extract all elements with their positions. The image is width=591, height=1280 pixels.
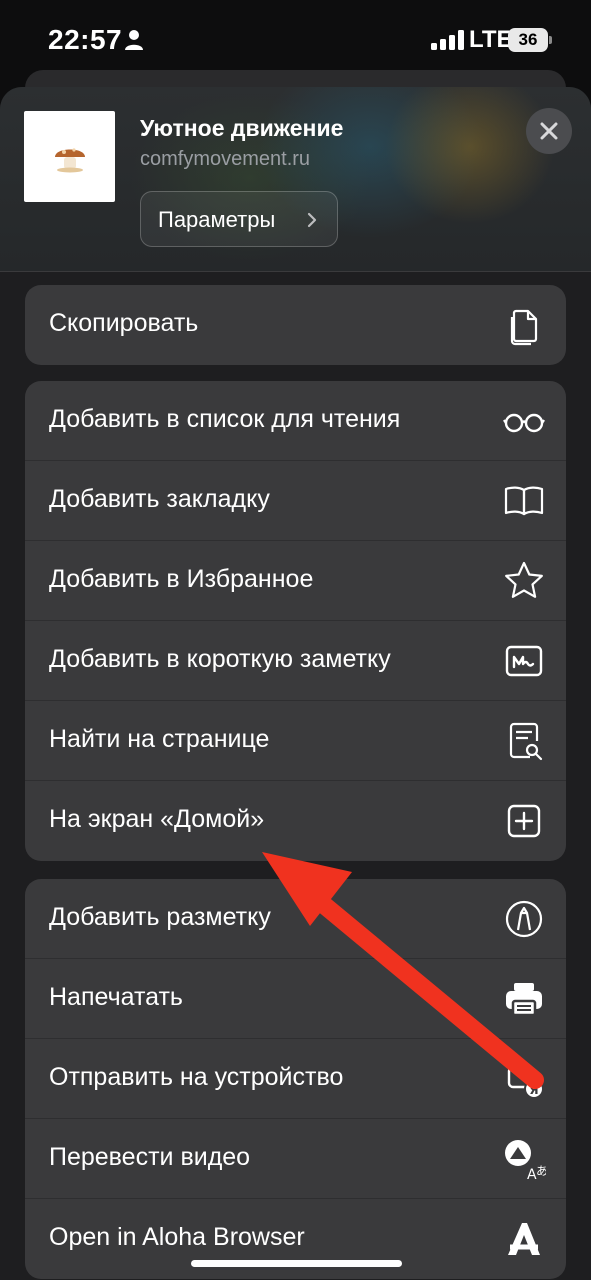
battery-icon: 36 <box>508 28 552 52</box>
add-to-home-screen-action[interactable]: На экран «Домой» <box>25 781 566 861</box>
close-button[interactable] <box>526 108 572 154</box>
row-label: Добавить разметку <box>49 903 271 931</box>
row-label: Добавить в список для чтения <box>49 405 401 433</box>
add-markup-action[interactable]: Добавить разметку <box>25 879 566 959</box>
row-label: Добавить в короткую заметку <box>49 645 391 673</box>
open-in-aloha-action[interactable]: Open in Aloha Browser <box>25 1199 566 1279</box>
signal-icon <box>431 30 464 50</box>
book-icon <box>502 479 546 523</box>
chevron-right-icon <box>307 212 317 228</box>
svg-text:Я: Я <box>529 1083 538 1097</box>
home-indicator[interactable] <box>191 1260 402 1267</box>
options-button-label: Параметры <box>158 207 276 232</box>
mushroom-logo-icon <box>55 148 85 173</box>
svg-text:あ: あ <box>536 1164 546 1178</box>
send-to-device-icon: Я <box>502 1057 546 1101</box>
markup-icon <box>502 897 546 941</box>
add-square-icon <box>502 799 546 843</box>
site-url: comfymovement.ru <box>140 148 311 170</box>
find-on-page-action[interactable]: Найти на странице <box>25 701 566 781</box>
row-label: Отправить на устройство <box>49 1063 344 1091</box>
battery-level: 36 <box>508 28 548 52</box>
network-type: LTE <box>469 26 513 53</box>
row-label: Добавить закладку <box>49 485 270 513</box>
translate-video-icon: A あ <box>502 1137 548 1183</box>
find-in-page-icon <box>502 719 546 763</box>
options-button[interactable]: Параметры <box>140 191 338 247</box>
printer-icon <box>502 977 546 1021</box>
add-to-quick-note-action[interactable]: Добавить в короткую заметку <box>25 621 566 701</box>
extra-actions-group: Добавить разметку Напечатать Отправить н… <box>25 879 566 1279</box>
translate-video-action[interactable]: Перевести видео A あ <box>25 1119 566 1199</box>
row-label: Добавить в Избранное <box>49 565 314 593</box>
copy-icon <box>502 303 546 347</box>
row-label: Напечатать <box>49 983 183 1011</box>
add-to-reading-list-action[interactable]: Добавить в список для чтения <box>25 381 566 461</box>
row-label: Найти на странице <box>49 725 270 753</box>
add-to-favorites-action[interactable]: Добавить в Избранное <box>25 541 566 621</box>
print-action[interactable]: Напечатать <box>25 959 566 1039</box>
site-thumbnail <box>24 111 115 202</box>
site-title: Уютное движение <box>140 115 344 141</box>
star-icon <box>502 559 546 603</box>
close-icon <box>540 122 558 140</box>
aloha-icon <box>502 1217 546 1261</box>
status-bar: 22:57 LTE 36 <box>0 0 591 80</box>
row-label: Перевести видео <box>49 1143 251 1171</box>
status-time: 22:57 <box>48 24 123 55</box>
row-label: На экран «Домой» <box>49 805 265 833</box>
copy-group: Скопировать <box>25 285 566 365</box>
main-actions-group: Добавить в список для чтения Добавить за… <box>25 381 566 861</box>
battery-tip <box>549 36 552 44</box>
glasses-icon <box>502 399 546 443</box>
add-bookmark-action[interactable]: Добавить закладку <box>25 461 566 541</box>
person-icon <box>125 30 143 50</box>
quick-note-icon <box>502 639 546 683</box>
copy-action[interactable]: Скопировать <box>25 285 566 365</box>
share-sheet-header: Уютное движение comfymovement.ru Парамет… <box>0 87 591 272</box>
send-to-device-action[interactable]: Отправить на устройство Я <box>25 1039 566 1119</box>
copy-action-label: Скопировать <box>49 309 199 337</box>
row-label: Open in Aloha Browser <box>49 1223 305 1251</box>
